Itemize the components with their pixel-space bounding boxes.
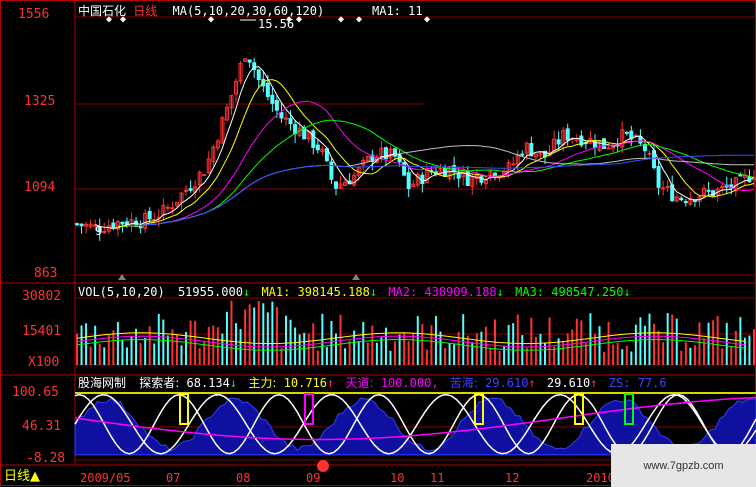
candle-body: [520, 153, 525, 156]
candle-body: [683, 201, 688, 204]
period-button-label: 日线: [4, 469, 31, 484]
vol-ma1: MA1: 398145.188: [261, 285, 370, 299]
vol-ma3: MA3: 498547.250: [515, 285, 624, 299]
candle-body: [120, 221, 125, 225]
candle-body: [720, 186, 725, 189]
vol-ma2: MA2: 438909.188: [388, 285, 497, 299]
candle-body: [170, 207, 175, 210]
candle-body: [706, 189, 711, 192]
candle-body: [329, 161, 334, 180]
ind-value-4: 29.610: [546, 376, 591, 390]
candle-body: [647, 152, 652, 155]
ind-label-1: 主力:: [248, 376, 277, 390]
ind-label-3: 苦海:: [449, 376, 478, 390]
indicator-top-band: [75, 392, 756, 394]
price-tick-4: 863: [34, 266, 58, 281]
period-button[interactable]: 日线▲: [4, 470, 40, 484]
candle-body: [111, 222, 116, 229]
stock-chart: ◆ ◆ ◆ ◆ ◆ ◆ ◆ ◆: [0, 0, 756, 486]
ind-value-1: 10.716: [283, 376, 327, 390]
candle-body: [274, 100, 279, 111]
price-tick-3: 1094: [24, 180, 56, 195]
indicator-name: 股海网制: [78, 376, 127, 390]
candle-body: [147, 210, 152, 220]
candle-body: [656, 165, 661, 188]
candle-body: [402, 161, 407, 176]
candle-body: [270, 94, 275, 104]
candle-body: [692, 199, 697, 203]
candle-body: [165, 206, 170, 209]
candle-body: [188, 188, 193, 191]
candle-body: [315, 144, 320, 151]
candle-body: [333, 181, 338, 189]
candle-body: [406, 172, 411, 189]
period-label: 日线: [133, 4, 158, 18]
candle-body: [606, 147, 611, 150]
candle-body: [565, 128, 570, 141]
candle-body: [556, 139, 561, 145]
candle-body: [452, 165, 457, 173]
ind-value-2: 100.000: [380, 376, 432, 390]
candle-body: [138, 226, 143, 229]
low-marker-label: 9: [95, 224, 103, 238]
ind-value-5: 77.6: [637, 376, 667, 390]
candle-body: [311, 130, 316, 148]
peak-price-label: 15.56: [258, 17, 295, 31]
ind-tick-2: 46.31: [22, 419, 62, 434]
candle-body: [79, 223, 84, 227]
signal-marker: ◆: [356, 14, 362, 25]
signal-marker: ◆: [338, 14, 344, 25]
ma5-line: [95, 66, 755, 229]
ind-label-5: ZS:: [608, 376, 631, 390]
time-label-4: 09: [306, 471, 321, 485]
candle-body: [661, 187, 666, 190]
time-label-7: 12: [505, 471, 520, 485]
candle-body: [75, 223, 79, 226]
candle-body: [624, 131, 629, 134]
candle-body: [665, 185, 670, 188]
time-label-5: 10: [390, 471, 405, 485]
vol-tick-3: X100: [28, 355, 60, 370]
ind-label-0: 探索者:: [139, 376, 180, 390]
candle-body: [738, 174, 743, 177]
time-label-1: 2009/05: [80, 471, 131, 485]
candle-body: [284, 117, 289, 120]
price-tick-1: 1556: [18, 7, 50, 22]
candle-body: [511, 163, 516, 166]
ind-value-3: 29.610: [485, 376, 529, 390]
vol-value: 51955.000: [177, 285, 243, 299]
signal-marker: ◆: [424, 14, 430, 25]
candle-body: [288, 117, 293, 125]
vol-tick-2: 15401: [22, 324, 62, 339]
vol-tick-1: 30802: [22, 289, 62, 304]
watermark: www.7gpzb.com: [611, 444, 756, 487]
candle-body: [102, 230, 107, 233]
candle-body: [202, 174, 207, 177]
ma-params: MA(5,10,20,30,60,120): [172, 4, 325, 18]
triangle-up-icon: ▲: [30, 469, 41, 484]
ind-value-0: 68.134: [186, 376, 230, 390]
time-label-3: 08: [236, 471, 251, 485]
ma1-label: MA1: 11: [372, 4, 423, 18]
ind-tick-1: 100.65: [12, 385, 59, 400]
candle-body: [420, 174, 425, 184]
stock-name: 中国石化: [78, 4, 127, 18]
time-label-2: 07: [166, 471, 181, 485]
candle-body: [679, 197, 684, 201]
candle-body: [279, 111, 284, 119]
ind-tick-3: -8.28: [26, 451, 66, 466]
candle-body: [265, 82, 270, 97]
price-tick-2: 1325: [24, 94, 56, 109]
candle-body: [456, 174, 461, 179]
vol-title: VOL(5,10,20): [78, 285, 165, 299]
ind-label-2: 天道:: [345, 376, 374, 390]
candle-body: [184, 189, 189, 192]
candle-body: [247, 59, 252, 63]
time-label-6: 11: [430, 471, 445, 485]
candle-body: [256, 69, 261, 81]
